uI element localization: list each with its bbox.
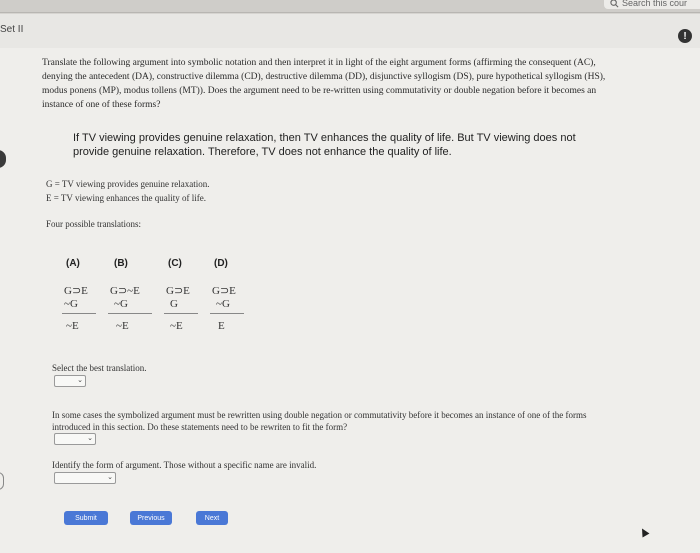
instruction-line: instance of one of these forms? (42, 100, 161, 110)
set-label[interactable]: Set II (0, 24, 23, 35)
search-text: Search this cour (622, 0, 688, 8)
next-button[interactable]: Next (196, 511, 228, 525)
option-b-label: (B) (114, 258, 128, 269)
instruction-line: Translate the following argument into sy… (42, 58, 596, 68)
option-c-premise-1: G⊃E (166, 285, 190, 297)
definition-e: E = TV viewing enhances the quality of l… (46, 193, 206, 203)
option-b-conclusion: ~E (116, 320, 129, 332)
submit-button[interactable]: Submit (64, 511, 108, 525)
option-c-label: (C) (168, 258, 182, 269)
instruction-line: modus ponens (MP), modus tollens (MT)). … (42, 86, 597, 96)
option-a-premise-1: G⊃E (64, 285, 88, 297)
rewrite-dropdown[interactable]: ⌄ (54, 433, 96, 445)
option-a-label: (A) (66, 258, 80, 269)
argument-form-dropdown[interactable]: ⌄ (54, 472, 116, 484)
identify-form-prompt: Identify the form of argument. Those wit… (52, 460, 317, 470)
previous-button[interactable]: Previous (130, 511, 172, 525)
info-icon[interactable]: ! (678, 29, 692, 43)
argument-line: If TV viewing provides genuine relaxatio… (73, 132, 576, 144)
chevron-down-icon: ⌄ (77, 376, 83, 384)
chevron-down-icon: ⌄ (87, 434, 93, 442)
option-d-premise-2: ~G (216, 298, 230, 310)
argument-line: provide genuine relaxation. Therefore, T… (73, 146, 452, 158)
option-b-divider (108, 313, 152, 314)
option-d-label: (D) (214, 258, 228, 269)
definition-g: G = TV viewing provides genuine relaxati… (46, 179, 210, 189)
translations-heading: Four possible translations: (46, 219, 141, 229)
option-b-premise-1: G⊃~E (110, 285, 140, 297)
option-d-premise-1: G⊃E (212, 285, 236, 297)
option-c-premise-2: G (170, 298, 178, 310)
search-box[interactable]: Search this cour (604, 0, 700, 9)
translation-dropdown[interactable]: ⌄ (54, 375, 86, 387)
top-bar: Search this cour (0, 0, 700, 13)
question-instructions: Translate the following argument into sy… (42, 56, 692, 112)
option-a-divider (62, 313, 96, 314)
option-a-conclusion: ~E (66, 320, 79, 332)
argument-text: If TV viewing provides genuine relaxatio… (73, 131, 663, 159)
option-d-divider (210, 313, 244, 314)
chevron-down-icon: ⌄ (107, 473, 113, 481)
rewrite-prompt-line-1: In some cases the symbolized argument mu… (52, 410, 587, 420)
set-header: Set II ! (0, 14, 700, 48)
option-a-premise-2: ~G (64, 298, 78, 310)
option-b-premise-2: ~G (114, 298, 128, 310)
option-c-conclusion: ~E (170, 320, 183, 332)
search-icon (610, 0, 619, 7)
option-d-conclusion: E (218, 320, 225, 332)
instruction-line: denying the antecedent (DA), constructiv… (42, 72, 606, 82)
option-c-divider (164, 313, 198, 314)
select-translation-prompt: Select the best translation. (52, 363, 147, 373)
rewrite-prompt-line-2: introduced in this section. Do these sta… (52, 422, 348, 432)
